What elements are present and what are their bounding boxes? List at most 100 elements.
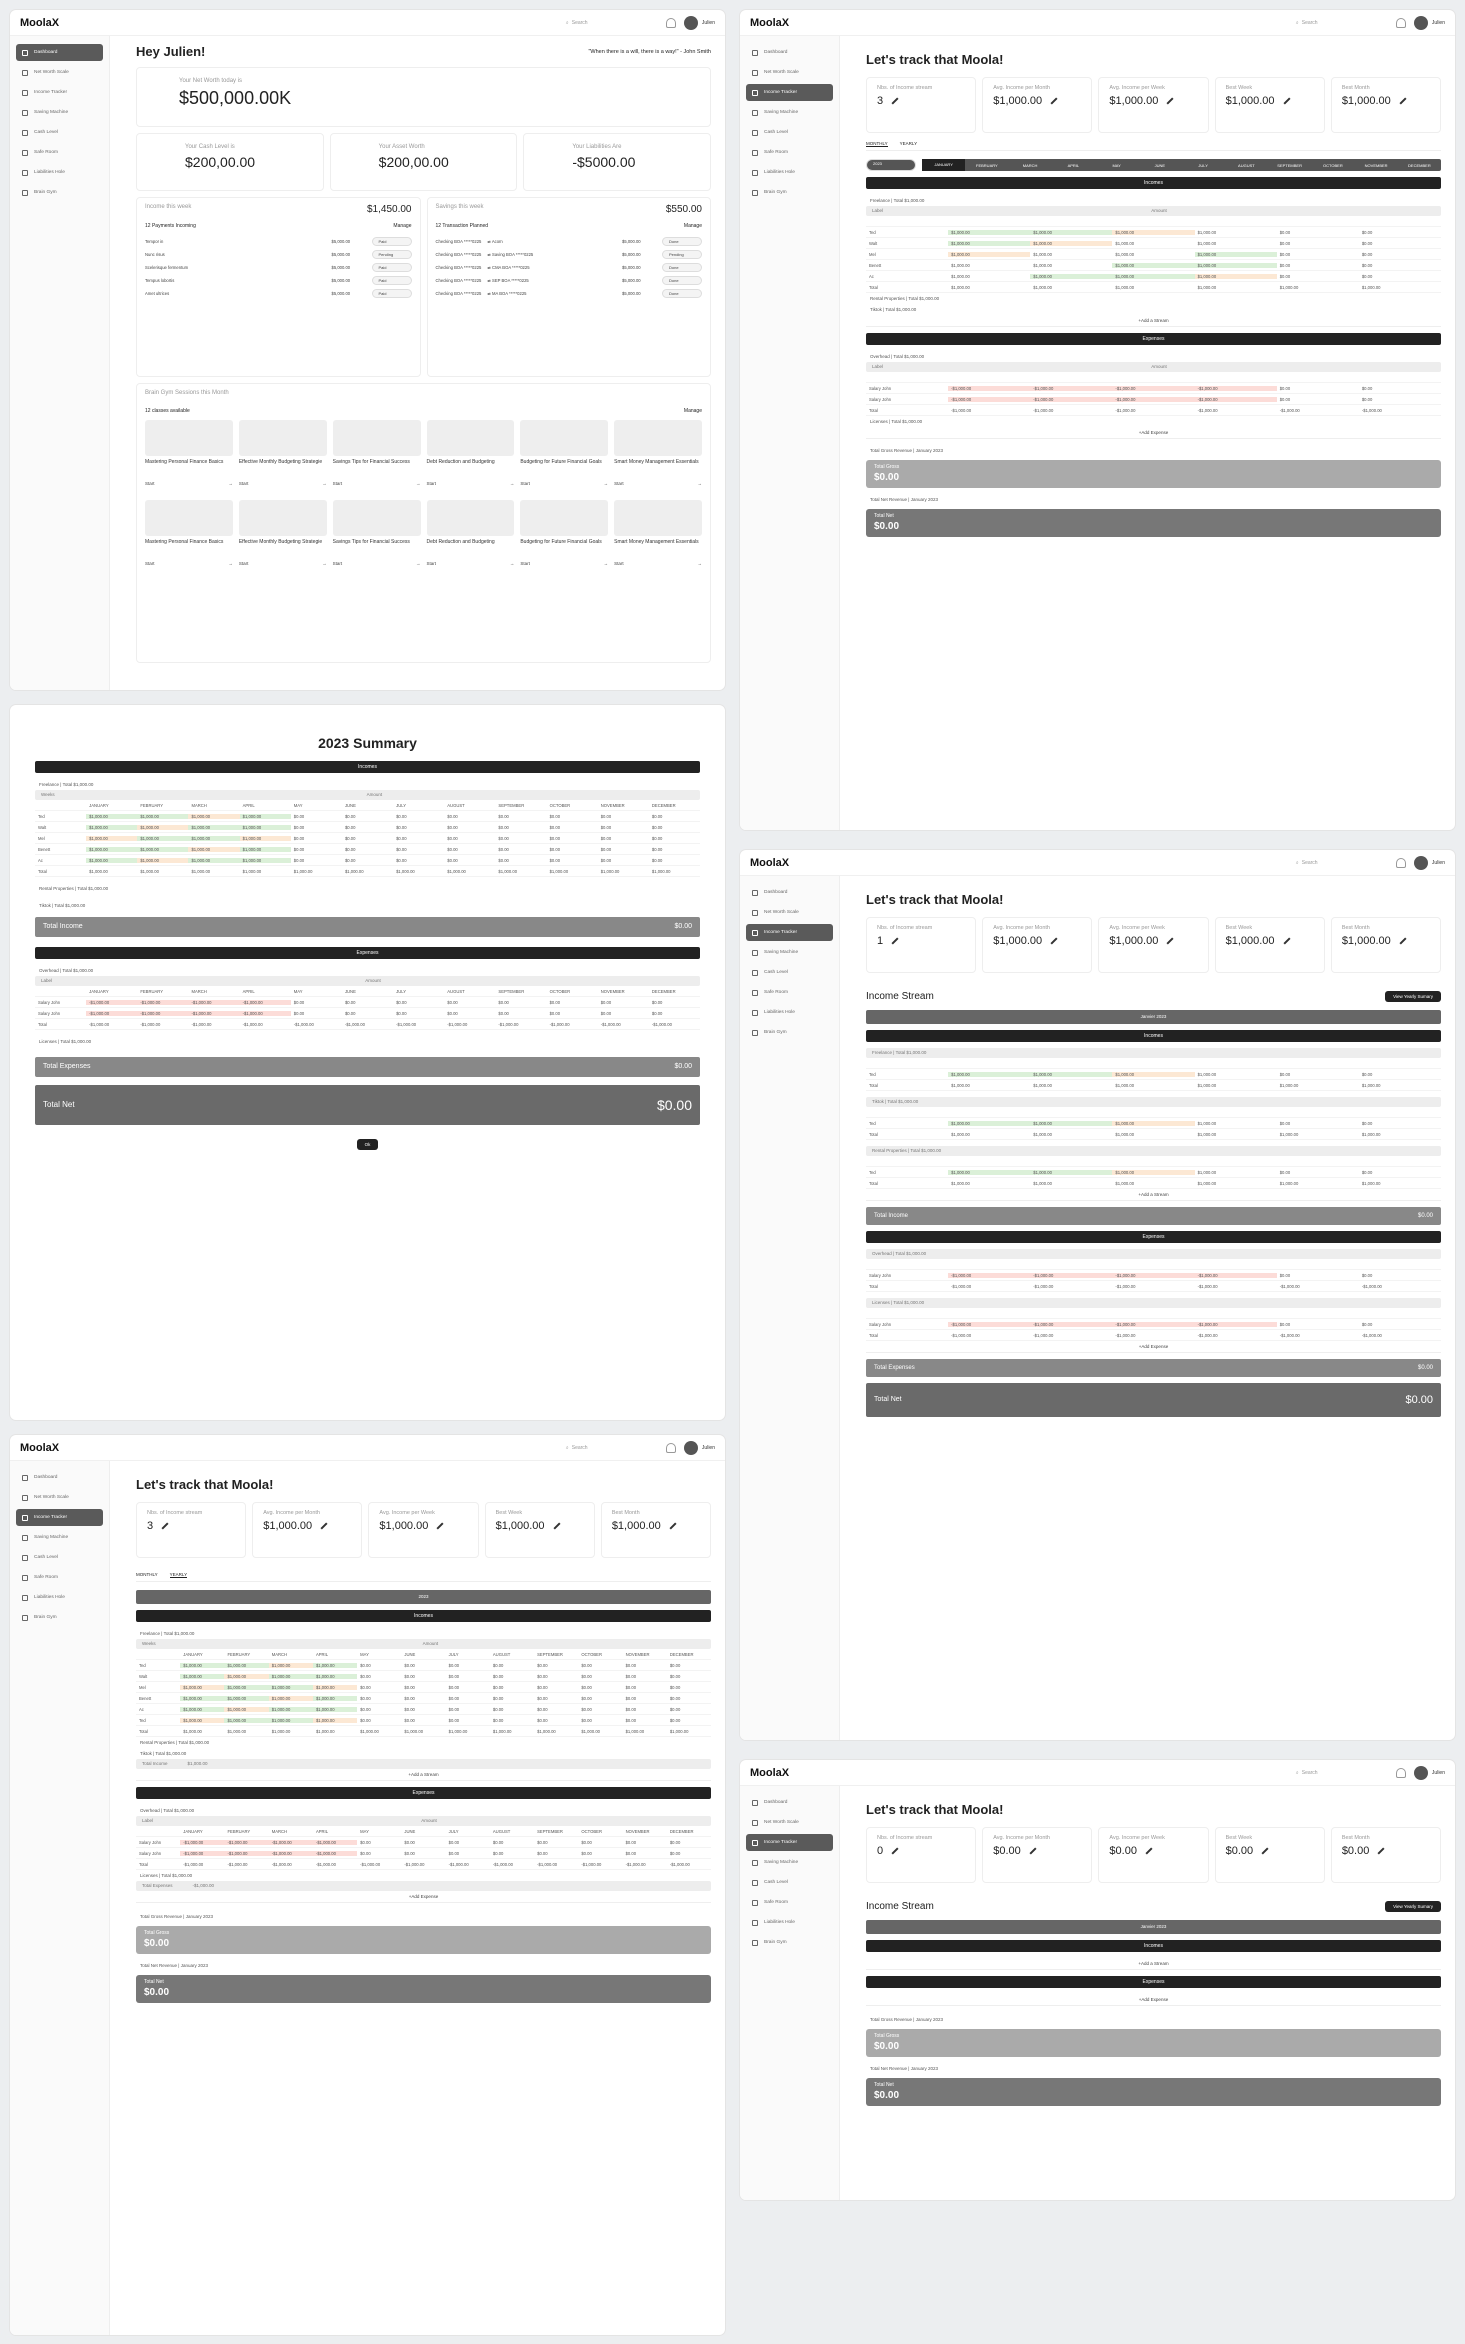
amount-cell[interactable]: -$1,000.00: [490, 1862, 534, 1867]
edit-icon[interactable]: [1050, 97, 1058, 105]
amount-cell[interactable]: $0.00: [357, 1674, 401, 1679]
amount-cell[interactable]: $1,000.00: [649, 869, 700, 874]
amount-cell[interactable]: $0.00: [667, 1707, 711, 1712]
amount-cell[interactable]: $0.00: [649, 1011, 700, 1016]
search-input[interactable]: ⌕ Search: [1296, 1770, 1386, 1776]
amount-cell[interactable]: -$1,000.00: [1112, 1284, 1194, 1289]
amount-cell[interactable]: $1,000.00: [180, 1729, 224, 1734]
amount-cell[interactable]: $0.00: [623, 1718, 667, 1723]
amount-cell[interactable]: $0.00: [667, 1685, 711, 1690]
amount-cell[interactable]: -$1,000.00: [1112, 1272, 1195, 1278]
amount-cell[interactable]: -$1,000.00: [1030, 385, 1113, 391]
amount-cell[interactable]: $1,000.00: [1277, 1083, 1359, 1088]
amount-cell[interactable]: $0.00: [291, 1011, 342, 1016]
amount-cell[interactable]: $0.00: [495, 814, 546, 819]
edit-icon[interactable]: [1283, 937, 1291, 945]
amount-cell[interactable]: $0.00: [623, 1851, 667, 1856]
amount-cell[interactable]: $0.00: [495, 858, 546, 863]
amount-cell[interactable]: -$1,000.00: [534, 1862, 578, 1867]
amount-cell[interactable]: $1,000.00: [1195, 1181, 1277, 1186]
amount-cell[interactable]: $0.00: [1359, 397, 1441, 402]
amount-cell[interactable]: $0.00: [578, 1851, 622, 1856]
amount-cell[interactable]: $0.00: [1359, 241, 1441, 246]
edit-icon[interactable]: [320, 1522, 328, 1530]
amount-cell[interactable]: $1,000.00: [1277, 1132, 1359, 1137]
amount-cell[interactable]: $0.00: [291, 847, 342, 852]
amount-cell[interactable]: $0.00: [401, 1674, 445, 1679]
month-tab[interactable]: SEPTEMBER: [1268, 163, 1311, 168]
amount-cell[interactable]: -$1,000.00: [239, 999, 291, 1005]
amount-cell[interactable]: $0.00: [667, 1674, 711, 1679]
course-card[interactable]: Debt Reduction and Budgeting Start →: [426, 500, 515, 566]
amount-cell[interactable]: $1,000.00: [239, 835, 291, 841]
amount-cell[interactable]: -$1,000.00: [188, 1010, 240, 1016]
amount-cell[interactable]: $0.00: [547, 1011, 598, 1016]
amount-cell[interactable]: $0.00: [357, 1685, 401, 1690]
amount-cell[interactable]: $1,000.00: [86, 813, 138, 819]
edit-icon[interactable]: [1166, 97, 1174, 105]
amount-cell[interactable]: $1,000.00: [1195, 1170, 1277, 1175]
amount-cell[interactable]: $1,000.00: [1194, 262, 1277, 268]
amount-cell[interactable]: $1,000.00: [268, 1673, 313, 1679]
amount-cell[interactable]: -$1,000.00: [137, 1010, 189, 1016]
amount-cell[interactable]: -$1,000.00: [240, 1022, 291, 1027]
amount-cell[interactable]: $0.00: [446, 1707, 490, 1712]
amount-cell[interactable]: $1,000.00: [948, 263, 1030, 268]
amount-cell[interactable]: -$1,000.00: [269, 1862, 313, 1867]
amount-cell[interactable]: $1,000.00: [224, 1684, 269, 1690]
amount-cell[interactable]: $1,000.00: [1030, 1181, 1112, 1186]
amount-cell[interactable]: $0.00: [649, 1000, 700, 1005]
amount-cell[interactable]: $1,000.00: [180, 1673, 225, 1679]
sidebar-item-safe-room[interactable]: Safe Room: [746, 1894, 833, 1911]
amount-cell[interactable]: $1,000.00: [948, 274, 1030, 279]
amount-cell[interactable]: $0.00: [578, 1718, 622, 1723]
course-start[interactable]: Start →: [614, 481, 702, 486]
sidebar-item-dashboard[interactable]: Dashboard: [16, 1469, 103, 1486]
amount-cell[interactable]: $0.00: [401, 1840, 445, 1845]
amount-cell[interactable]: $0.00: [291, 814, 342, 819]
amount-cell[interactable]: -$1,000.00: [239, 1010, 291, 1016]
amount-cell[interactable]: $0.00: [490, 1718, 534, 1723]
amount-cell[interactable]: $1,000.00: [312, 1673, 358, 1679]
amount-cell[interactable]: $1,000.00: [312, 1717, 358, 1723]
amount-cell[interactable]: $0.00: [578, 1696, 622, 1701]
amount-cell[interactable]: $1,000.00: [224, 1662, 269, 1668]
amount-cell[interactable]: $0.00: [1359, 1170, 1441, 1175]
amount-cell[interactable]: -$1,000.00: [86, 1010, 138, 1016]
sidebar-item-cash[interactable]: Cash Level: [16, 124, 103, 141]
amount-cell[interactable]: $0.00: [444, 836, 495, 841]
amount-cell[interactable]: $1,000.00: [137, 835, 189, 841]
amount-cell[interactable]: $1,000.00: [578, 1729, 622, 1734]
amount-cell[interactable]: $0.00: [547, 1000, 598, 1005]
amount-cell[interactable]: $0.00: [649, 858, 700, 863]
sidebar-item-cash-level[interactable]: Cash Level: [16, 1549, 103, 1566]
amount-cell[interactable]: $0.00: [623, 1663, 667, 1668]
amount-cell[interactable]: $1,000.00: [598, 869, 649, 874]
amount-cell[interactable]: $0.00: [1277, 1170, 1359, 1175]
amount-cell[interactable]: $0.00: [1277, 1273, 1359, 1278]
amount-cell[interactable]: $1,000.00: [188, 813, 240, 819]
amount-cell[interactable]: -$1,000.00: [401, 1862, 445, 1867]
edit-icon[interactable]: [1399, 937, 1407, 945]
course-start[interactable]: Start →: [427, 481, 515, 486]
freelance-group[interactable]: Freelance | Total $1,000.00: [866, 195, 1441, 206]
amount-cell[interactable]: -$1,000.00: [1112, 408, 1194, 413]
ok-button[interactable]: Ok: [356, 1139, 379, 1150]
amount-cell[interactable]: $0.00: [534, 1718, 578, 1723]
edit-icon[interactable]: [669, 1522, 677, 1530]
amount-cell[interactable]: $1,000.00: [239, 824, 291, 830]
amount-cell[interactable]: $0.00: [1359, 1322, 1441, 1327]
month-tab[interactable]: NOVEMBER: [1355, 163, 1398, 168]
amount-cell[interactable]: $0.00: [495, 1011, 546, 1016]
amount-cell[interactable]: $1,000.00: [239, 857, 291, 863]
amount-cell[interactable]: $0.00: [490, 1840, 534, 1845]
amount-cell[interactable]: $0.00: [1359, 230, 1441, 235]
amount-cell[interactable]: $0.00: [1359, 386, 1441, 391]
avatar[interactable]: [683, 15, 698, 30]
amount-cell[interactable]: $0.00: [393, 814, 444, 819]
amount-cell[interactable]: $0.00: [446, 1674, 490, 1679]
amount-cell[interactable]: $1,000.00: [268, 1717, 313, 1723]
add-expense-button[interactable]: +Add Expense: [136, 1891, 711, 1903]
amount-cell[interactable]: $1,000.00: [1112, 1083, 1194, 1088]
edit-icon[interactable]: [891, 937, 899, 945]
